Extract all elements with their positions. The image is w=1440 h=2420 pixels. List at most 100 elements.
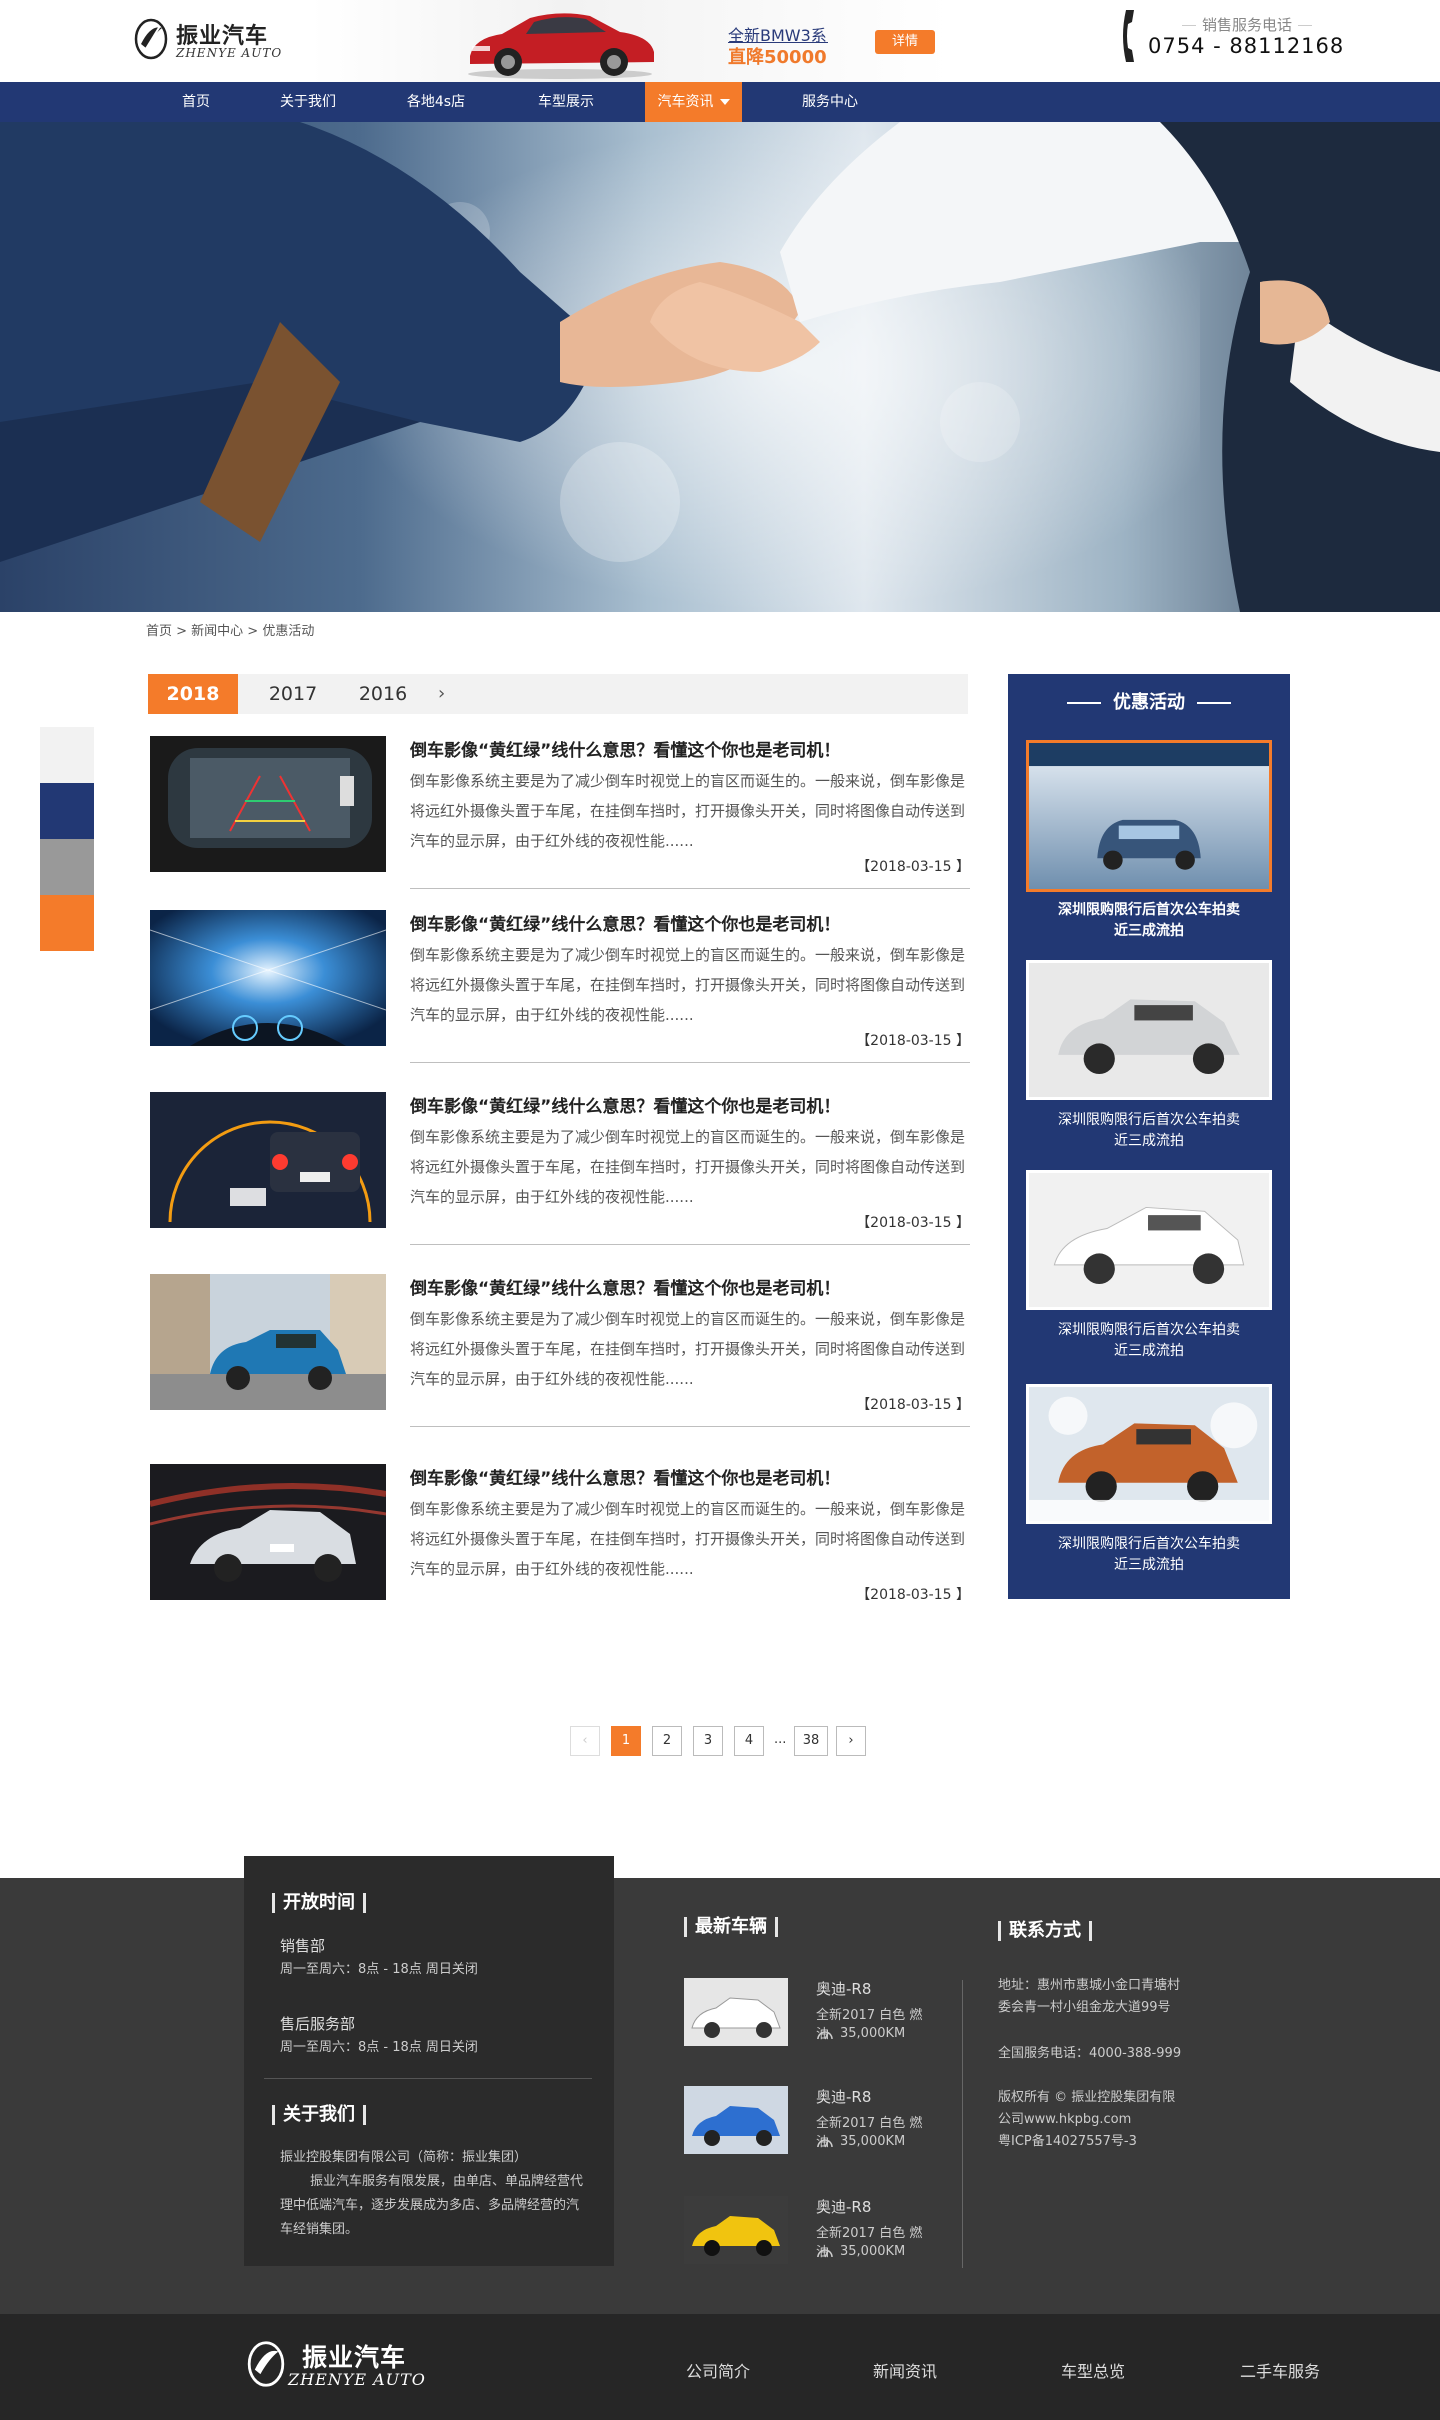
- article-divider: [410, 1244, 970, 1245]
- tab-year-2017[interactable]: 2017: [248, 674, 338, 714]
- nav-item-news[interactable]: 汽车资讯: [645, 82, 742, 122]
- about-company: 振业控股集团有限公司（简称：振业集团）: [280, 2150, 528, 2165]
- footer-contact-title: 联系方式: [990, 1916, 1100, 1942]
- swatch-light[interactable]: [40, 727, 94, 783]
- footer-about-title-text: 关于我们: [283, 2104, 355, 2125]
- footer-about-title: 关于我们: [264, 2100, 374, 2126]
- hotline-number: 0754 - 88112168: [1148, 34, 1345, 58]
- nav-item-models[interactable]: 车型展示: [526, 82, 606, 122]
- pagination-next[interactable]: ›: [836, 1726, 866, 1756]
- breadcrumb: 首页 > 新闻中心 > 优惠活动: [146, 624, 315, 639]
- handshake-image: [0, 122, 1440, 612]
- swatch-gray[interactable]: [40, 839, 94, 895]
- page: 振业汽车 ZHENYE AUTO 全新BMW3系 直降50000 详情 销售服务…: [0, 0, 1440, 2420]
- footer-contact-title-text: 联系方式: [1009, 1920, 1081, 1941]
- article-title[interactable]: 倒车影像“黄红绿”线什么意思？看懂这个你也是老司机！: [410, 736, 970, 761]
- footer-car-mileage: 35,000KM: [816, 2244, 905, 2259]
- footer-car-item[interactable]: 奥迪-R8 全新2017 白色 燃油 35,000KM: [684, 2196, 924, 2266]
- article-thumb-speedometer: [150, 1092, 386, 1228]
- promo-card-caption-line1: 深圳限购限行后首次公车拍卖: [1058, 1322, 1240, 1338]
- tab-year-2018[interactable]: 2018: [148, 674, 238, 714]
- about-description: 振业汽车服务有限发展，由单店、单品牌经营代理中低端汽车，逐步发展成为多店、多品牌…: [280, 2174, 584, 2237]
- gauge-icon: [817, 2138, 833, 2147]
- swatch-orange[interactable]: [40, 895, 94, 951]
- pagination-last[interactable]: 38: [794, 1726, 828, 1756]
- caret-down-icon: [719, 99, 730, 105]
- article-item[interactable]: 倒车影像“黄红绿”线什么意思？看懂这个你也是老司机！ 倒车影像系统主要是为了减少…: [150, 1092, 970, 1252]
- footer-car-name: 奥迪-R8: [816, 2198, 872, 2216]
- nav-item-dealers[interactable]: 各地4s店: [396, 82, 476, 122]
- promo-card-caption: 深圳限购限行后首次公车拍卖 近三成流拍: [1026, 1320, 1272, 1362]
- hotline-label: 销售服务电话: [1176, 14, 1318, 35]
- header: 振业汽车 ZHENYE AUTO 全新BMW3系 直降50000 详情 销售服务…: [0, 0, 1440, 82]
- promo-card-image: [1026, 1170, 1272, 1310]
- nav-item-home[interactable]: 首页: [166, 82, 226, 122]
- article-divider: [410, 888, 970, 889]
- promo-card-caption: 深圳限购限行后首次公车拍卖 近三成流拍: [1026, 900, 1272, 942]
- pagination-page[interactable]: 4: [734, 1726, 764, 1756]
- footer-car-item[interactable]: 奥迪-R8 全新2017 白色 燃油 35,000KM: [684, 2086, 924, 2156]
- article-date: 【2018-03-15 】: [856, 1397, 970, 1413]
- hero-banner: [0, 122, 1440, 612]
- article-excerpt: 倒车影像系统主要是为了减少倒车时视觉上的盲区而诞生的。一般来说，倒车影像是将远红…: [410, 946, 966, 1024]
- contact-copyright-line1: 版权所有 © 振业控股集团有限: [998, 2090, 1176, 2105]
- pagination-page[interactable]: 1: [611, 1726, 641, 1756]
- promo-card-caption-line2: 近三成流拍: [1114, 1133, 1184, 1149]
- footer-car-item[interactable]: 奥迪-R8 全新2017 白色 燃油 35,000KM: [684, 1978, 924, 2048]
- promo-card-caption: 深圳限购限行后首次公车拍卖 近三成流拍: [1026, 1534, 1272, 1576]
- logo-icon: [134, 18, 168, 60]
- promo-card-image: [1026, 1384, 1272, 1524]
- promo-card-caption: 深圳限购限行后首次公车拍卖 近三成流拍: [1026, 1110, 1272, 1152]
- article-title[interactable]: 倒车影像“黄红绿”线什么意思？看懂这个你也是老司机！: [410, 910, 970, 935]
- header-promo[interactable]: 全新BMW3系 直降50000 详情: [310, 0, 950, 82]
- footer-car-thumb: [684, 1978, 788, 2046]
- promo-card-caption-line1: 深圳限购限行后首次公车拍卖: [1058, 902, 1240, 918]
- sidebar-title: 优惠活动: [1008, 688, 1290, 714]
- swatch-navy[interactable]: [40, 783, 94, 839]
- red-car-image: [468, 13, 654, 79]
- article-thumb-speed-tunnel: [150, 910, 386, 1046]
- contact-copyright-line2[interactable]: 公司www.hkpbg.com: [998, 2108, 1131, 2132]
- phone-icon: [1123, 10, 1134, 62]
- nav-item-about[interactable]: 关于我们: [268, 82, 348, 122]
- promo-card-image: [1026, 740, 1272, 892]
- logo[interactable]: 振业汽车 ZHENYE AUTO: [132, 14, 302, 64]
- pagination-page[interactable]: 3: [693, 1726, 723, 1756]
- article-thumb-silver-sedan: [150, 1464, 386, 1600]
- pagination-ellipsis: ...: [774, 1732, 787, 1747]
- article-title[interactable]: 倒车影像“黄红绿”线什么意思？看懂这个你也是老司机！: [410, 1274, 970, 1299]
- bottom-link-news[interactable]: 新闻资讯: [835, 2358, 975, 2382]
- footer-car-mileage: 35,000KM: [816, 2134, 905, 2149]
- sales-hours: 周一至周六：8点 - 18点 周日关闭: [280, 1962, 478, 1977]
- pagination-page[interactable]: 2: [652, 1726, 682, 1756]
- promo-details-button[interactable]: 详情: [875, 30, 935, 54]
- contact-phone: 全国服务电话：4000-388-999: [998, 2046, 1182, 2061]
- contact-icp[interactable]: 粤ICP备14027557号-3: [998, 2130, 1137, 2154]
- article-item[interactable]: 倒车影像“黄红绿”线什么意思？看懂这个你也是老司机！ 倒车影像系统主要是为了减少…: [150, 910, 970, 1070]
- article-item[interactable]: 倒车影像“黄红绿”线什么意思？看懂这个你也是老司机！ 倒车影像系统主要是为了减少…: [150, 1464, 970, 1624]
- footer-car-mileage-value: 35,000KM: [840, 2134, 906, 2149]
- article-item[interactable]: 倒车影像“黄红绿”线什么意思？看懂这个你也是老司机！ 倒车影像系统主要是为了减少…: [150, 736, 970, 896]
- bottom-link-used-cars[interactable]: 二手车服务: [1210, 2358, 1350, 2382]
- footer-car-mileage-value: 35,000KM: [840, 2026, 906, 2041]
- footer-cars-title-text: 最新车辆: [695, 1916, 767, 1937]
- article-item[interactable]: 倒车影像“黄红绿”线什么意思？看懂这个你也是老司机！ 倒车影像系统主要是为了减少…: [150, 1274, 970, 1434]
- tab-year-2016[interactable]: 2016: [338, 674, 428, 714]
- bottom-logo[interactable]: 振业汽车 ZHENYE AUTO: [244, 2334, 444, 2394]
- bottom-logo-text-cn: 振业汽车: [302, 2343, 407, 2372]
- article-date: 【2018-03-15 】: [856, 1033, 970, 1049]
- gauge-icon: [817, 2248, 833, 2257]
- article-title[interactable]: 倒车影像“黄红绿”线什么意思？看懂这个你也是老司机！: [410, 1092, 970, 1117]
- pagination-prev[interactable]: ‹: [570, 1726, 600, 1756]
- bottom-link-company[interactable]: 公司简介: [648, 2358, 788, 2382]
- service-dept-label: 售后服务部: [280, 2015, 356, 2033]
- footer-car-name: 奥迪-R8: [816, 1980, 872, 1998]
- article-excerpt: 倒车影像系统主要是为了减少倒车时视觉上的盲区而诞生的。一般来说，倒车影像是将远红…: [410, 772, 966, 850]
- article-title[interactable]: 倒车影像“黄红绿”线什么意思？看懂这个你也是老司机！: [410, 1464, 970, 1489]
- bottom-link-models[interactable]: 车型总览: [1023, 2358, 1163, 2382]
- article-divider: [410, 1426, 970, 1427]
- chevron-right-icon[interactable]: ›: [438, 674, 445, 714]
- promo-card-image: [1026, 960, 1272, 1100]
- promo-card-caption-line1: 深圳限购限行后首次公车拍卖: [1058, 1536, 1240, 1552]
- nav-item-service[interactable]: 服务中心: [790, 82, 870, 122]
